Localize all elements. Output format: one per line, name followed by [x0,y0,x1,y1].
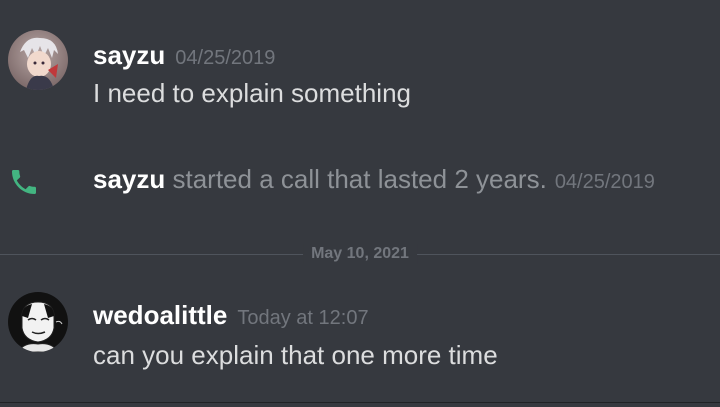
chat-view: sayzu 04/25/2019 I need to explain someth… [0,0,720,407]
message-text: I need to explain something [93,78,411,108]
call-system-message: sayzu started a call that lasted 2 years… [93,166,655,192]
avatar-image [8,292,68,352]
phone-icon [8,166,40,198]
composer-divider [0,402,720,403]
call-timestamp[interactable]: 04/25/2019 [555,171,655,193]
message-text: can you explain that one more time [93,340,498,370]
message-timestamp[interactable]: Today at 12:07 [237,307,368,329]
wedoalittle-avatar[interactable] [8,292,68,352]
call-username[interactable]: sayzu [93,164,165,194]
date-divider-label: May 10, 2021 [303,244,417,264]
username[interactable]: sayzu [93,40,165,70]
message-header: sayzu 04/25/2019 [93,42,275,68]
message-timestamp[interactable]: 04/25/2019 [175,47,275,69]
message-header: wedoalittle Today at 12:07 [93,302,369,328]
username[interactable]: wedoalittle [93,300,227,330]
avatar-image [8,30,68,90]
call-text: started a call that lasted 2 years. [165,164,547,194]
sayzu-avatar[interactable] [8,30,68,90]
